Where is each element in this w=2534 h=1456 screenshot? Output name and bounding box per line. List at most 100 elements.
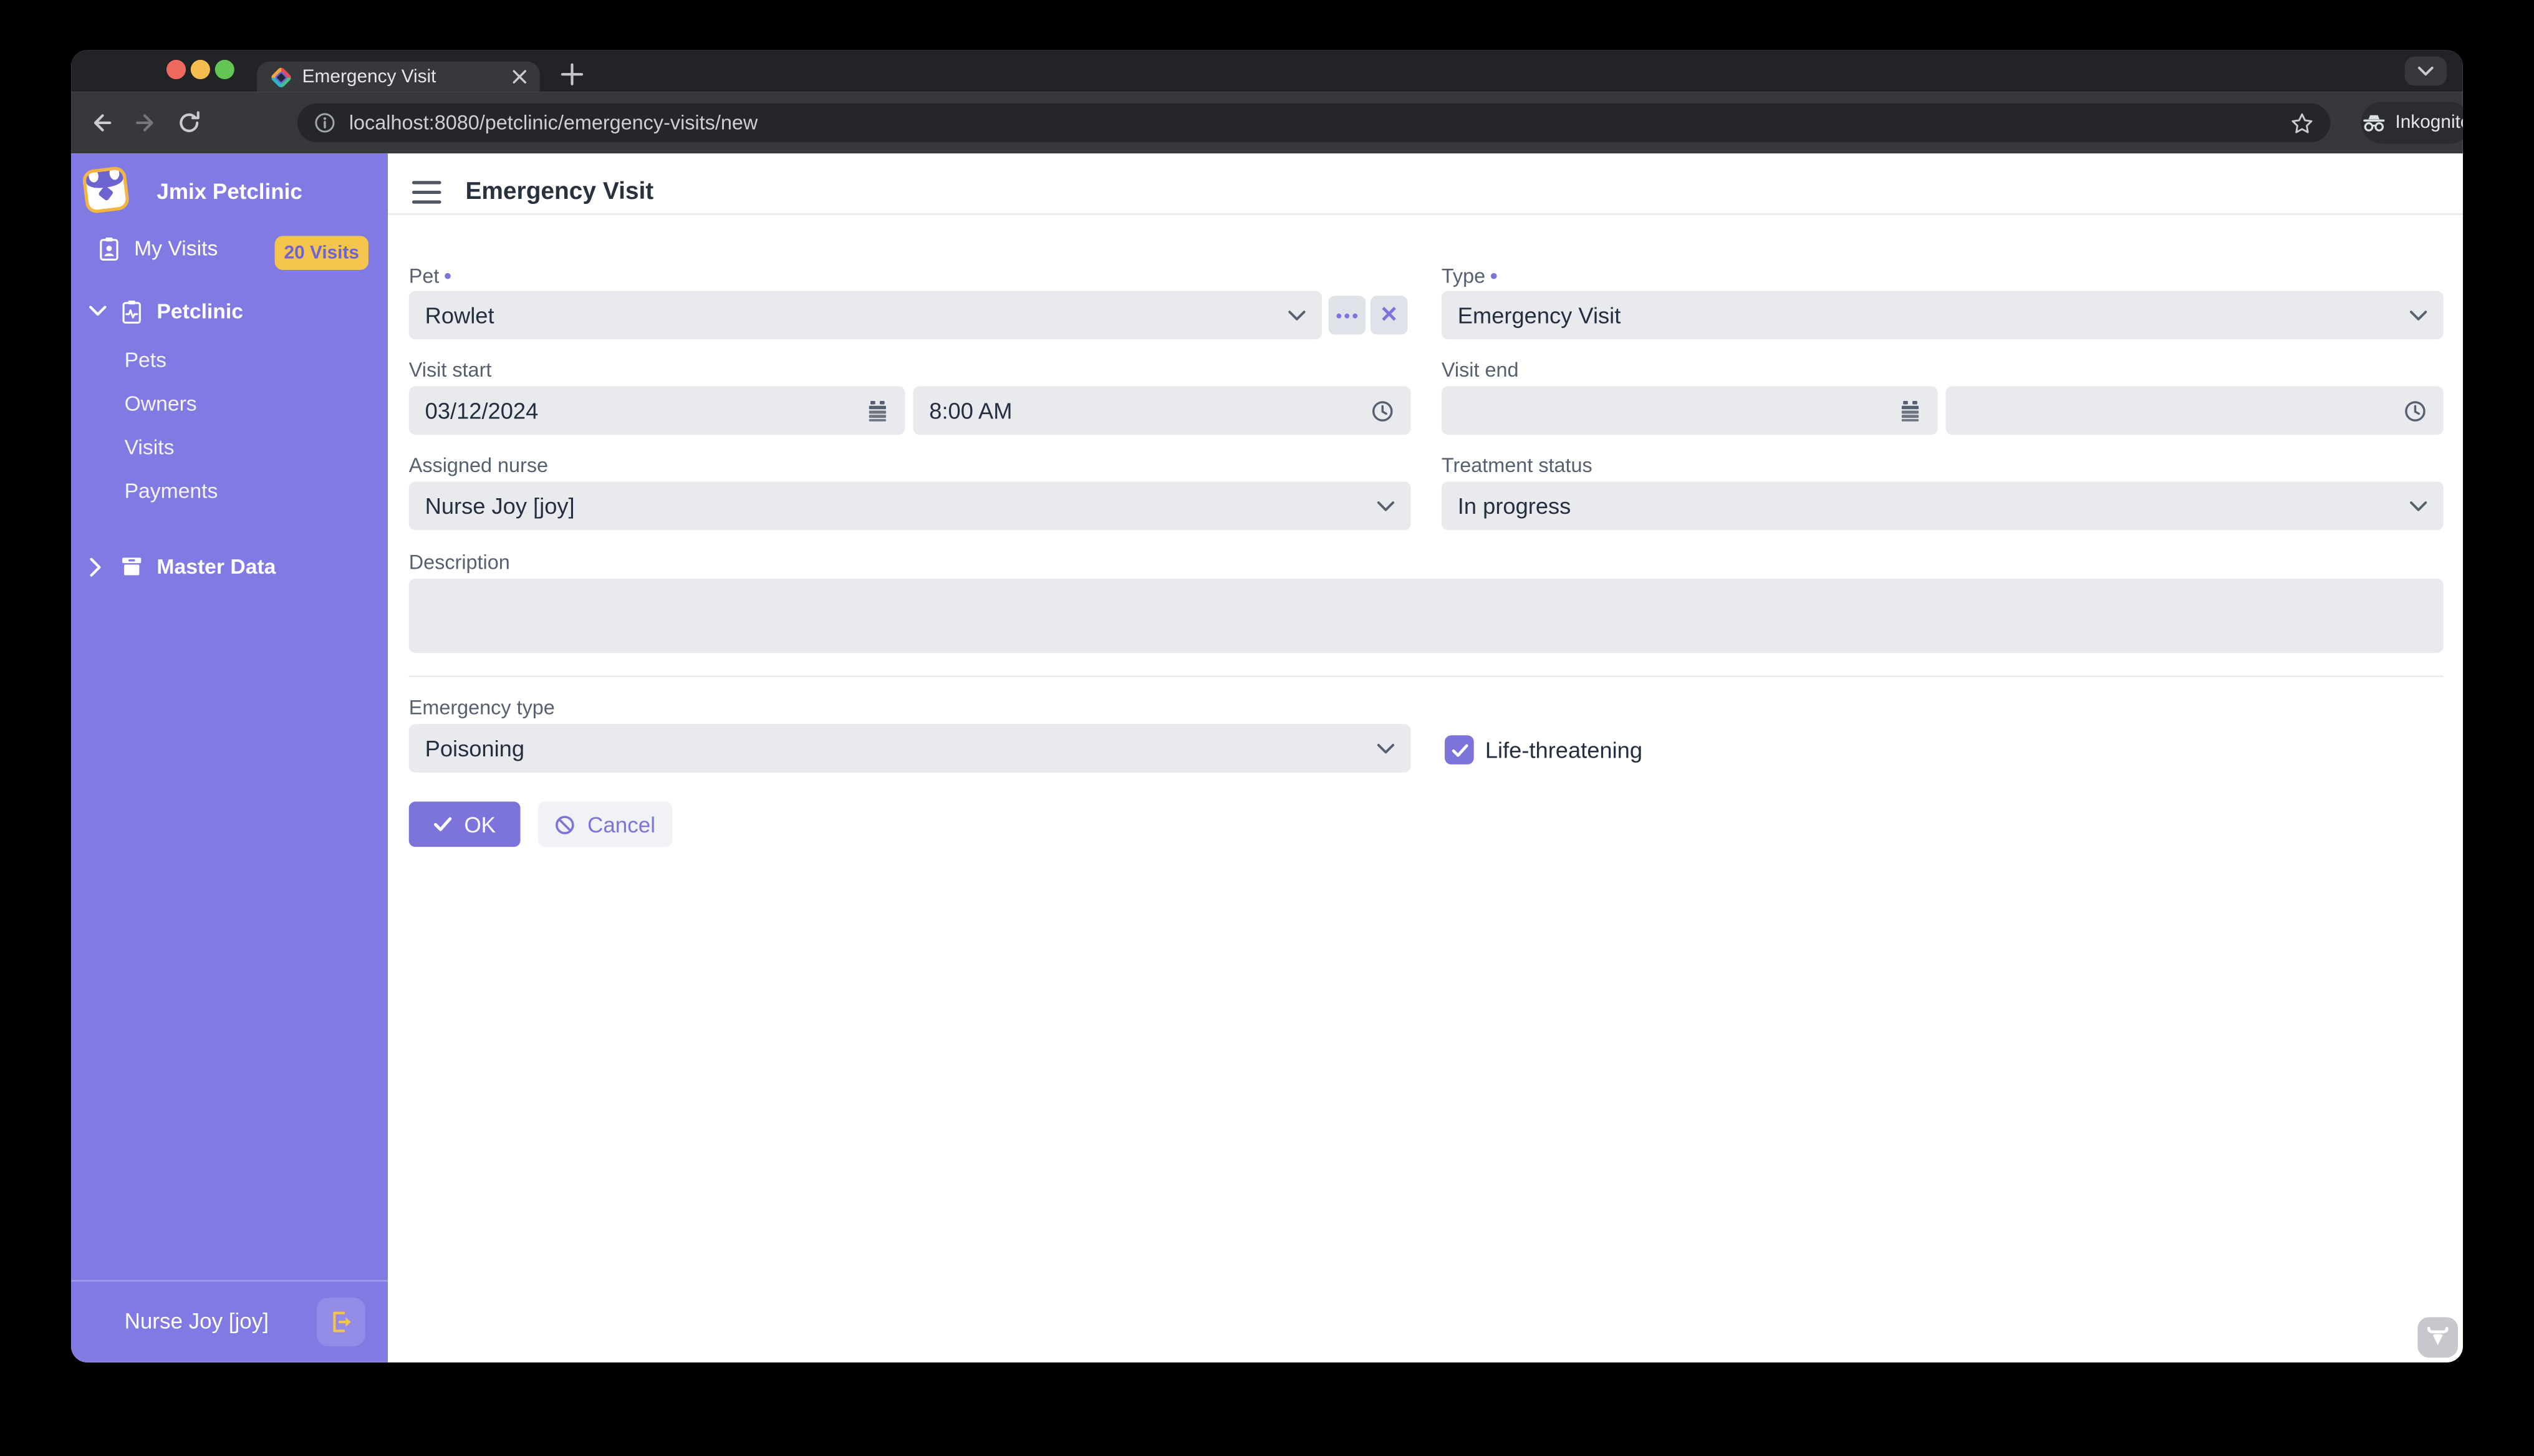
header-divider — [388, 213, 2463, 215]
vaadin-icon — [2426, 1325, 2450, 1349]
clock-icon — [2403, 398, 2427, 423]
app-brand: Jmix Petclinic — [157, 180, 302, 204]
tab-emergency-visit[interactable]: Emergency Visit — [257, 61, 540, 92]
archive-box-icon — [120, 554, 144, 579]
browser-window: Emergency Visit — [71, 50, 2463, 1362]
visits-count-badge: 20 Visits — [275, 236, 369, 269]
visit-start-label: Visit start — [409, 359, 492, 381]
tab-close-icon[interactable] — [513, 69, 527, 84]
cancel-button[interactable]: Cancel — [538, 802, 672, 847]
chevron-right-icon — [89, 557, 102, 576]
forward-icon[interactable] — [133, 110, 158, 135]
dev-tools-button[interactable] — [2417, 1317, 2458, 1357]
treatment-status-value: In progress — [1458, 493, 2410, 518]
assigned-nurse-select[interactable]: Nurse Joy [joy] — [409, 481, 1411, 530]
description-label: Description — [409, 551, 510, 574]
sidebar-group-petclinic[interactable]: Petclinic — [89, 289, 243, 333]
tab-search-button[interactable] — [2405, 57, 2447, 86]
plus-icon — [556, 58, 589, 90]
pet-field-label: Pet• — [409, 263, 451, 287]
description-textarea[interactable] — [409, 579, 2444, 653]
required-marker: • — [444, 263, 451, 287]
back-icon[interactable] — [89, 110, 115, 135]
treatment-status-select[interactable]: In progress — [1442, 481, 2444, 530]
treatment-status-label: Treatment status — [1442, 454, 1592, 476]
sidebar: Jmix Petclinic My Visits 20 Visits — [71, 153, 388, 1362]
type-field-label: Type• — [1442, 263, 1498, 287]
browser-toolbar: localhost:8080/petclinic/emergency-visit… — [71, 92, 2463, 153]
chevron-down-icon — [89, 306, 107, 317]
visit-start-date-value: 03/12/2024 — [425, 398, 867, 423]
chevron-down-icon — [2417, 66, 2434, 76]
emergency-type-label: Emergency type — [409, 697, 555, 719]
assigned-nurse-label: Assigned nurse — [409, 454, 548, 476]
pet-select[interactable]: Rowlet — [409, 291, 1322, 340]
visit-end-label: Visit end — [1442, 359, 1519, 381]
clipboard-person-icon — [97, 235, 122, 261]
clipboard-pulse-icon — [120, 298, 144, 324]
ok-button[interactable]: OK — [409, 802, 521, 847]
screenshot-stage: Emergency Visit — [0, 0, 2534, 1456]
pet-lookup-button[interactable] — [1328, 296, 1366, 334]
sidebar-group-master-data[interactable]: Master Data — [89, 544, 276, 588]
current-user-label: Nurse Joy [joy] — [125, 1309, 269, 1333]
required-marker: • — [1490, 263, 1498, 287]
calendar-icon — [866, 398, 889, 423]
chevron-down-icon — [1377, 500, 1395, 511]
visit-start-date-input[interactable]: 03/12/2024 — [409, 386, 905, 435]
pet-value: Rowlet — [425, 302, 1288, 328]
check-icon — [433, 816, 453, 832]
emergency-type-select[interactable]: Poisoning — [409, 724, 1411, 773]
site-info-icon[interactable] — [314, 112, 336, 134]
sidebar-item-label: My Visits — [134, 236, 218, 260]
calendar-icon — [1899, 398, 1921, 423]
sidebar-item-owners[interactable]: Owners — [125, 391, 197, 415]
tab-strip: Emergency Visit — [71, 50, 2463, 92]
visit-end-time-input[interactable] — [1946, 386, 2444, 435]
petclinic-logo-icon — [82, 166, 130, 215]
url-text[interactable]: localhost:8080/petclinic/emergency-visit… — [349, 112, 2290, 134]
reload-icon[interactable] — [176, 110, 202, 135]
app-content: Jmix Petclinic My Visits 20 Visits — [71, 153, 2463, 1362]
sidebar-item-my-visits[interactable]: My Visits — [97, 226, 218, 270]
chevron-down-icon — [2409, 500, 2427, 511]
life-threatening-label[interactable]: Life-threatening — [1485, 737, 1642, 763]
page-title: Emergency Visit — [465, 178, 653, 205]
new-tab-button[interactable] — [556, 58, 589, 90]
sidebar-item-visits[interactable]: Visits — [125, 435, 175, 459]
visit-start-time-input[interactable]: 8:00 AM — [913, 386, 1410, 435]
zoom-window-button[interactable] — [215, 60, 234, 79]
form-section-divider — [409, 675, 2444, 677]
ban-icon — [555, 814, 576, 835]
chevron-down-icon — [1377, 743, 1395, 754]
jmix-favicon-icon — [270, 66, 291, 87]
clear-icon: ✕ — [1380, 304, 1398, 326]
sidebar-item-pets[interactable]: Pets — [125, 347, 166, 372]
sidebar-group-label: Petclinic — [157, 299, 243, 323]
life-threatening-checkbox[interactable] — [1445, 735, 1474, 764]
visit-end-date-input[interactable] — [1442, 386, 1938, 435]
logout-button[interactable] — [317, 1298, 365, 1346]
incognito-badge: Inkognito — [2361, 102, 2463, 143]
visit-start-time-value: 8:00 AM — [929, 398, 1371, 423]
clock-icon — [1371, 398, 1395, 423]
check-icon — [1450, 743, 1468, 757]
pet-clear-button[interactable]: ✕ — [1371, 296, 1408, 334]
type-value: Emergency Visit — [1458, 302, 2410, 328]
chevron-down-icon — [2409, 309, 2427, 321]
menu-toggle-button[interactable] — [412, 178, 441, 207]
bookmark-star-icon[interactable] — [2290, 111, 2315, 135]
sidebar-item-payments[interactable]: Payments — [125, 478, 218, 503]
assigned-nurse-value: Nurse Joy [joy] — [425, 493, 1377, 518]
minimize-window-button[interactable] — [191, 60, 210, 79]
type-select[interactable]: Emergency Visit — [1442, 291, 2444, 340]
sidebar-group-label: Master Data — [157, 554, 276, 579]
ellipsis-icon — [1336, 313, 1358, 318]
chevron-down-icon — [1288, 309, 1306, 321]
incognito-icon — [2361, 113, 2387, 132]
close-window-button[interactable] — [166, 60, 186, 79]
main-panel: Emergency Visit Pet• Type• Rowlet — [388, 153, 2463, 1362]
url-bar[interactable]: localhost:8080/petclinic/emergency-visit… — [297, 104, 2330, 142]
incognito-label: Inkognito — [2395, 113, 2462, 132]
emergency-type-value: Poisoning — [425, 735, 1377, 761]
